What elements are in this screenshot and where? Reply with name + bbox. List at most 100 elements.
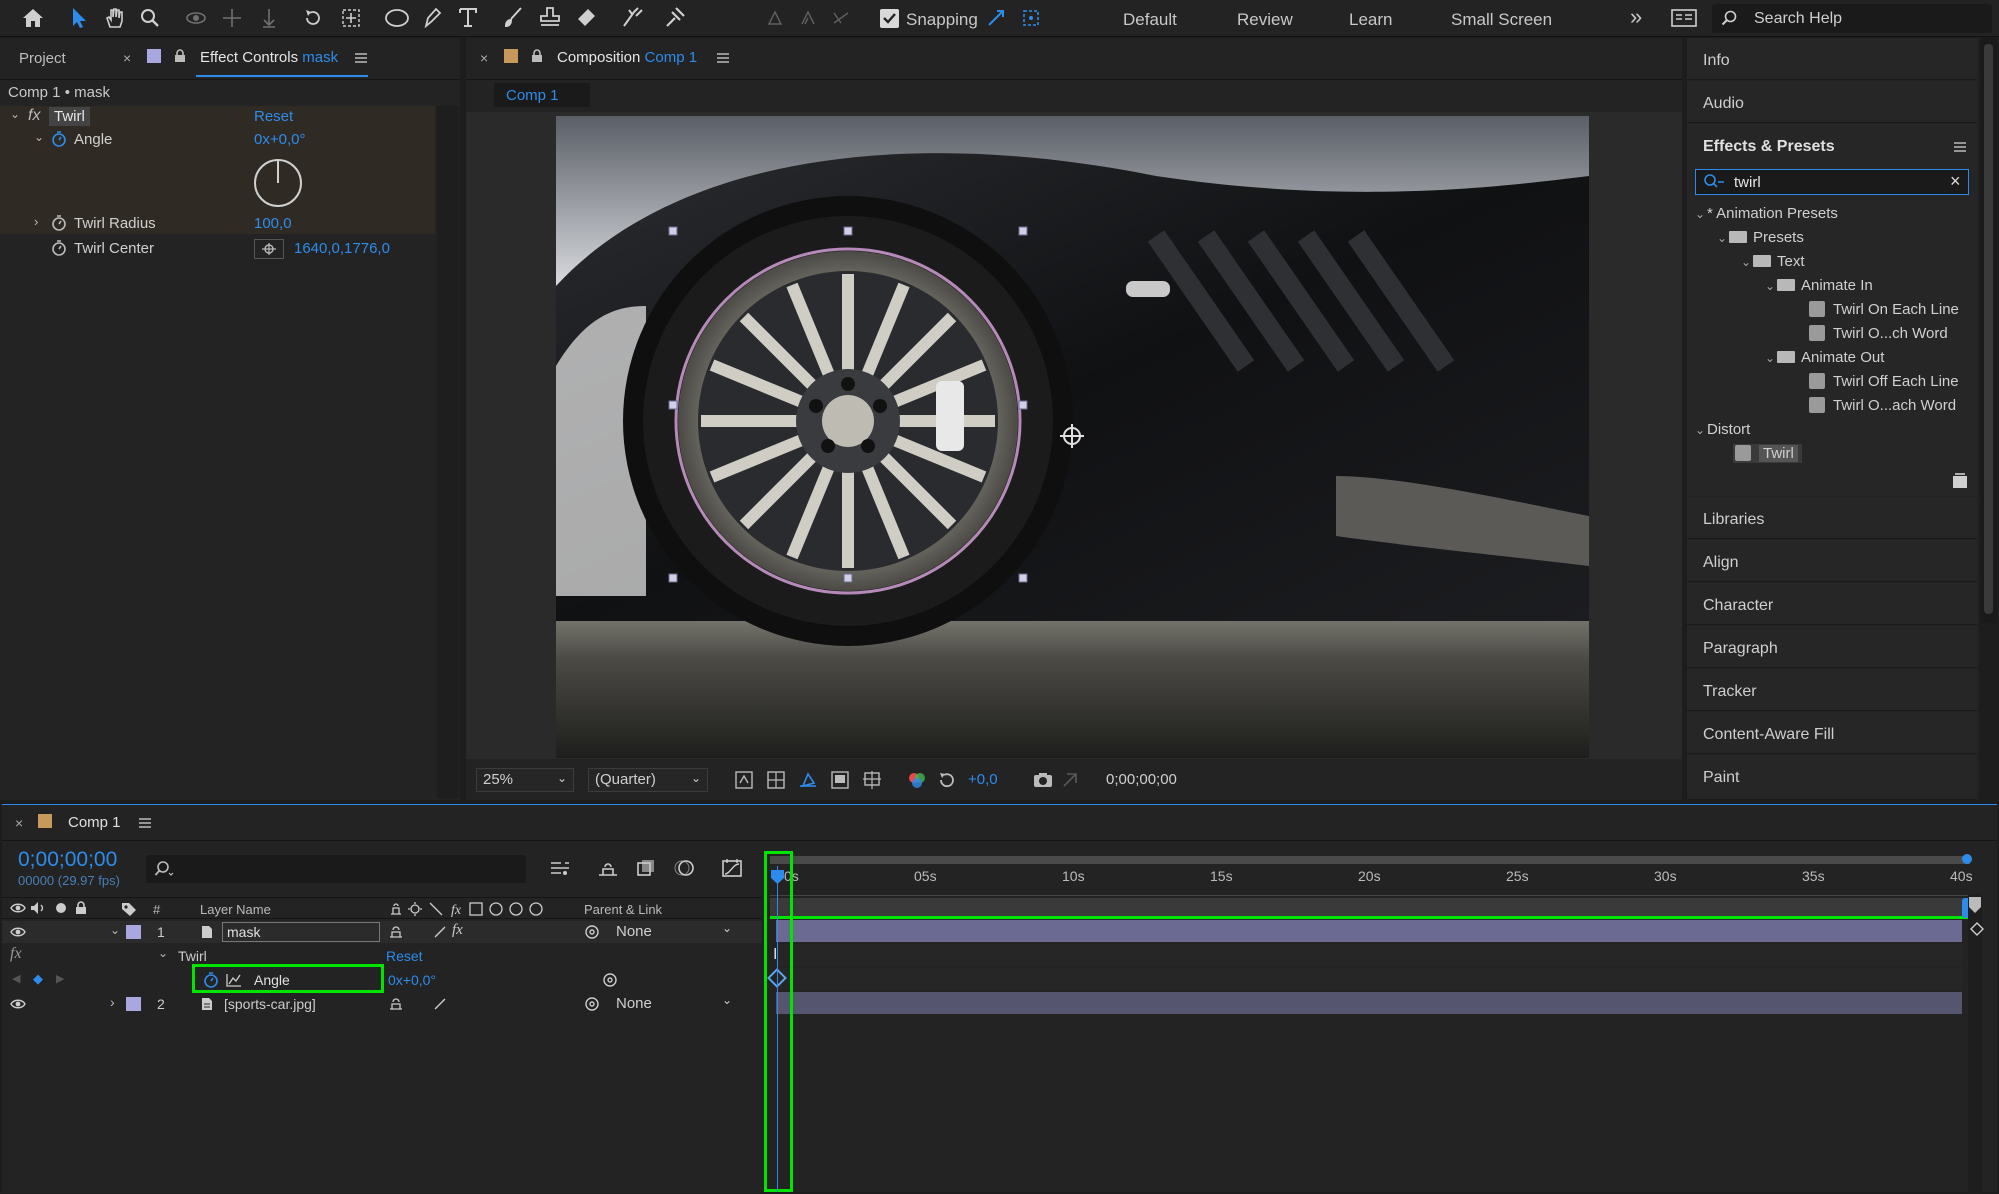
info-panel-tab[interactable]: Info bbox=[1687, 38, 1977, 80]
effects-presets-title[interactable]: Effects & Presets bbox=[1703, 138, 1835, 156]
grid-guides-icon[interactable] bbox=[862, 770, 882, 790]
point-control-icon[interactable] bbox=[254, 239, 284, 259]
layer-name[interactable]: mask bbox=[222, 922, 380, 942]
layer-bar-1[interactable] bbox=[776, 920, 1962, 942]
character-panel-tab[interactable]: Character bbox=[1687, 583, 1977, 625]
prev-keyframe-icon[interactable]: ◀ bbox=[12, 972, 20, 985]
pen-tool-icon[interactable] bbox=[419, 4, 445, 30]
workspace-review[interactable]: Review bbox=[1237, 10, 1293, 30]
shy-layers-icon[interactable] bbox=[596, 857, 620, 879]
workspace-learn[interactable]: Learn bbox=[1349, 10, 1392, 30]
column-parent-link[interactable]: Parent & Link bbox=[584, 902, 662, 917]
more-workspaces-icon[interactable]: » bbox=[1630, 4, 1642, 30]
chevron-down-icon[interactable]: ⌄ bbox=[34, 130, 44, 144]
puppet-tool-icon[interactable] bbox=[662, 4, 688, 30]
channels-icon[interactable] bbox=[906, 769, 928, 791]
tracker-panel-tab[interactable]: Tracker bbox=[1687, 669, 1977, 711]
tab-effect-controls[interactable]: Effect Controls mask bbox=[200, 49, 338, 66]
tab-composition[interactable]: Composition Comp 1 bbox=[557, 49, 697, 66]
tree-animate-out[interactable]: ⌄ Animate Out bbox=[1765, 349, 1884, 366]
layer-bar-2[interactable] bbox=[776, 992, 1962, 1014]
reset-link[interactable]: Reset bbox=[386, 948, 423, 964]
add-keyframe-icon[interactable]: ◆ bbox=[33, 971, 43, 987]
ellipse-tool-icon[interactable] bbox=[382, 5, 412, 31]
fast-previews-icon[interactable] bbox=[734, 770, 754, 790]
angle-value[interactable]: 0x+0,0° bbox=[254, 131, 305, 148]
playhead-line[interactable] bbox=[777, 866, 778, 1192]
tree-animate-in[interactable]: ⌄ Animate In bbox=[1765, 277, 1873, 294]
chevron-right-icon[interactable]: › bbox=[34, 214, 38, 229]
eraser-tool-icon[interactable] bbox=[573, 4, 599, 30]
type-tool-icon[interactable] bbox=[455, 4, 481, 30]
work-area-end-handle[interactable] bbox=[1962, 854, 1972, 864]
home-icon[interactable] bbox=[20, 6, 46, 30]
paragraph-panel-tab[interactable]: Paragraph bbox=[1687, 626, 1977, 668]
exposure-value[interactable]: +0,0 bbox=[968, 771, 998, 788]
clone-stamp-tool-icon[interactable] bbox=[537, 4, 563, 30]
rotation-tool-icon[interactable] bbox=[300, 5, 326, 31]
solo-icon[interactable] bbox=[54, 901, 68, 915]
chevron-down-icon[interactable]: ⌄ bbox=[10, 107, 20, 121]
shy-switch-icon[interactable] bbox=[388, 924, 404, 940]
tree-twirl-effect[interactable]: Twirl bbox=[1733, 444, 1802, 463]
workspace-menu-icon[interactable] bbox=[1670, 7, 1698, 29]
stopwatch-icon[interactable] bbox=[51, 131, 67, 147]
hand-tool-icon[interactable] bbox=[102, 5, 128, 31]
scroll-thumb[interactable] bbox=[1984, 44, 1993, 614]
show-snapshot-icon[interactable] bbox=[1060, 770, 1080, 790]
libraries-panel-tab[interactable]: Libraries bbox=[1687, 497, 1977, 539]
transparency-grid-icon[interactable] bbox=[766, 770, 786, 790]
twirl-radius-value[interactable]: 100,0 bbox=[254, 215, 292, 232]
axis-world-icon[interactable] bbox=[795, 6, 821, 30]
mask-visibility-icon[interactable] bbox=[798, 770, 818, 790]
graph-icon[interactable] bbox=[226, 972, 242, 988]
next-keyframe-icon[interactable]: ▶ bbox=[56, 972, 64, 985]
pan-camera-icon[interactable] bbox=[219, 5, 245, 31]
panel-scrollbar[interactable] bbox=[437, 106, 459, 798]
layer-name[interactable]: [sports-car.jpg] bbox=[224, 996, 316, 1012]
timeline-graph[interactable]: I bbox=[762, 842, 1984, 1194]
frame-blending-icon[interactable] bbox=[634, 857, 658, 879]
tree-presets[interactable]: ⌄ Presets bbox=[1717, 229, 1804, 246]
timeline-timecode[interactable]: 0;00;00;00 bbox=[18, 848, 117, 872]
stopwatch-icon[interactable] bbox=[51, 215, 67, 231]
tree-twirl-on-each-word[interactable]: Twirl O...ch Word bbox=[1809, 325, 1948, 342]
graph-editor-icon[interactable] bbox=[720, 857, 744, 879]
viewer-timecode[interactable]: 0;00;00;00 bbox=[1106, 771, 1177, 788]
property-value[interactable]: 0x+0,0° bbox=[388, 972, 436, 988]
audio-panel-tab[interactable]: Audio bbox=[1687, 81, 1977, 123]
stopwatch-icon[interactable] bbox=[203, 972, 219, 988]
content-aware-fill-panel-tab[interactable]: Content-Aware Fill bbox=[1687, 712, 1977, 754]
close-icon[interactable]: × bbox=[480, 50, 488, 66]
reset-exposure-icon[interactable] bbox=[936, 769, 958, 791]
audio-speaker-icon[interactable] bbox=[30, 901, 46, 915]
comp-marker-icon[interactable] bbox=[1968, 896, 1982, 914]
panel-menu-icon[interactable] bbox=[354, 51, 368, 65]
lock-icon[interactable] bbox=[530, 48, 544, 64]
effect-switch[interactable]: fx bbox=[452, 922, 463, 939]
new-bin-icon[interactable] bbox=[1951, 472, 1969, 490]
chevron-down-icon[interactable]: ⌄ bbox=[110, 923, 120, 937]
comp-subtab[interactable]: Comp 1 bbox=[494, 83, 590, 107]
work-area-bar[interactable] bbox=[770, 856, 1970, 864]
align-panel-tab[interactable]: Align bbox=[1687, 540, 1977, 582]
lock-icon[interactable] bbox=[173, 48, 187, 64]
tab-project[interactable]: Project bbox=[19, 50, 66, 67]
paint-panel-tab[interactable]: Paint bbox=[1687, 755, 1977, 800]
comp-button-icon[interactable] bbox=[1970, 922, 1986, 940]
effect-name[interactable]: Twirl bbox=[49, 107, 90, 126]
layer-row-2[interactable]: › 2 [sports-car.jpg] None ⌄ bbox=[2, 993, 762, 1015]
snapshot-camera-icon[interactable] bbox=[1032, 770, 1054, 790]
playhead-handle[interactable] bbox=[771, 870, 784, 884]
layer-label-swatch[interactable] bbox=[126, 997, 141, 1011]
video-eye-icon[interactable] bbox=[10, 997, 26, 1011]
search-help-field[interactable]: Search Help bbox=[1712, 4, 1992, 33]
right-scrollbar[interactable] bbox=[1981, 38, 1997, 623]
zoom-tool-icon[interactable] bbox=[137, 5, 163, 31]
label-tag-icon[interactable] bbox=[120, 901, 138, 917]
brush-tool-icon[interactable] bbox=[500, 4, 526, 30]
property-row-angle[interactable]: ◀ ◆ ▶ Angle 0x+0,0° bbox=[2, 964, 762, 993]
quality-switch-icon[interactable] bbox=[432, 924, 448, 940]
lock-icon[interactable] bbox=[74, 900, 88, 916]
pick-whip-icon[interactable] bbox=[584, 996, 600, 1012]
